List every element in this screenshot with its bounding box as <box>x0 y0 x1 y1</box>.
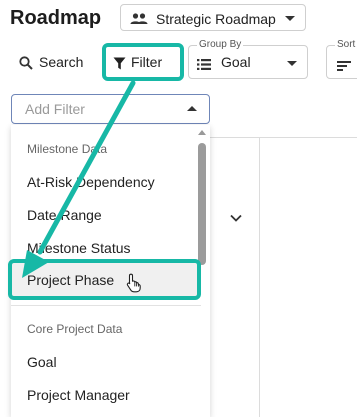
caret-down-icon <box>287 61 297 66</box>
section-header-milestone-data: Milestone Data <box>27 142 108 156</box>
menu-divider <box>11 305 201 306</box>
hand-cursor-icon <box>126 273 142 298</box>
menu-item-at-risk-dependency[interactable]: At-Risk Dependency <box>27 174 155 190</box>
menu-item-label: Project Phase <box>27 272 115 288</box>
caret-up-icon[interactable] <box>187 106 197 111</box>
group-by-select[interactable]: Group By Goal <box>188 39 308 79</box>
add-filter-field[interactable] <box>11 94 210 124</box>
scrollbar-thumb[interactable] <box>198 143 206 265</box>
search-icon <box>19 56 33 75</box>
add-filter-input[interactable] <box>13 96 185 122</box>
grid-line <box>210 137 357 138</box>
section-header-core-project-data: Core Project Data <box>27 322 123 336</box>
menu-item-project-manager[interactable]: Project Manager <box>27 387 130 403</box>
sort-by-caption: Sort <box>335 39 357 50</box>
menu-item-project-phase[interactable]: Project Phase <box>8 259 201 300</box>
search-label: Search <box>39 54 84 70</box>
chevron-down-icon[interactable] <box>230 209 242 227</box>
caret-down-icon <box>285 16 295 21</box>
funnel-icon <box>113 57 126 75</box>
view-selector-button[interactable]: Strategic Roadmap <box>120 4 306 31</box>
page-title: Roadmap <box>10 7 102 29</box>
menu-item-milestone-status[interactable]: Milestone Status <box>27 240 131 256</box>
list-icon <box>197 57 211 75</box>
grid-line <box>259 137 260 417</box>
filter-label: Filter <box>131 54 163 70</box>
menu-item-date-range[interactable]: Date Range <box>27 207 102 223</box>
scroll-up-arrow-icon[interactable] <box>198 130 206 135</box>
menu-item-goal[interactable]: Goal <box>27 354 57 370</box>
sort-icon <box>337 58 351 76</box>
sort-by-select[interactable]: Sort <box>326 39 357 79</box>
view-selector-label: Strategic Roadmap <box>156 11 276 27</box>
people-icon <box>130 12 148 30</box>
filter-button[interactable]: Filter <box>102 43 184 81</box>
group-by-value: Goal <box>221 54 251 70</box>
group-by-caption: Group By <box>197 39 244 50</box>
